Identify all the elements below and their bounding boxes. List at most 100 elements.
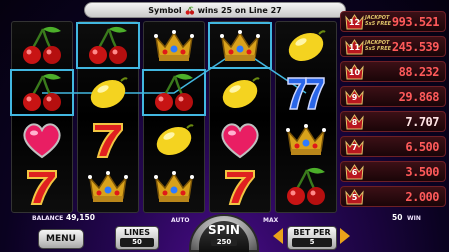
win-label: WIN <box>407 215 421 222</box>
jackpot-row: 8 7.707 <box>340 111 446 132</box>
reel-symbol-crown-icon <box>144 164 204 210</box>
seven-icon <box>93 123 123 158</box>
symbol-count-badge: 11 <box>344 38 365 56</box>
symbol-count: 12 <box>348 17 361 27</box>
lemon-icon <box>288 30 326 62</box>
bet-per-selector[interactable]: BET PER 5 <box>287 226 337 250</box>
balance-value: 49,150 <box>66 213 95 222</box>
reel-symbol-crown-icon <box>276 117 336 163</box>
reel-symbol-cherry-icon <box>276 164 336 210</box>
reel-symbol-heart-icon <box>210 117 270 163</box>
lemon-icon <box>156 124 194 156</box>
jackpot-row: 6 3.500 <box>340 161 446 182</box>
jackpot-row: 11 JACKPOT 5x5 FREE 245.539 <box>340 36 446 57</box>
symbol-count-badge: 6 <box>344 163 365 181</box>
symbol-count-badge: 7 <box>344 138 365 156</box>
reel-symbol-cherry-icon <box>78 23 138 69</box>
reel-symbol-cherry-icon <box>12 23 72 69</box>
reel-symbol-crown-icon <box>144 23 204 69</box>
lemon-icon <box>222 77 260 109</box>
menu-button[interactable]: MENU <box>38 229 84 249</box>
reel-symbol-lemon-icon <box>78 70 138 116</box>
heart-icon <box>23 123 61 159</box>
symbol-count-badge: 5 <box>344 188 365 206</box>
heart-icon <box>221 123 259 159</box>
seven-icon <box>27 170 57 205</box>
reel-symbol-seven-icon <box>12 164 72 210</box>
win-message-prefix: Symbol <box>148 5 182 15</box>
bet-decrease-arrow-icon[interactable] <box>273 228 283 244</box>
jackpot-ladder: 12 JACKPOT 5x5 FREE 993.521 11 JACKPOT 5x5 FRE… <box>340 11 446 213</box>
win-message-text: wins 25 on Line 27 <box>197 5 282 15</box>
cherry-icon <box>185 6 194 15</box>
lemon-icon <box>90 77 128 109</box>
jackpot-value: 7.707 <box>405 115 439 129</box>
lines-label: LINES <box>124 228 150 237</box>
reel-symbol-crown-icon <box>210 23 270 69</box>
auto-button[interactable]: AUTO <box>171 217 190 224</box>
reel-symbol-blue-seven-icon <box>276 70 336 116</box>
symbol-count-badge: 12 <box>344 13 365 31</box>
cherry-icon <box>155 73 193 111</box>
jackpot-value: 3.500 <box>405 165 439 179</box>
crown-icon <box>286 124 326 155</box>
seven-icon <box>225 170 255 205</box>
reel-area[interactable] <box>10 21 337 213</box>
symbol-count: 11 <box>348 42 361 52</box>
crown-icon <box>154 30 194 61</box>
blue-seven-icon <box>287 77 325 110</box>
balance-label: BALANCE <box>32 215 64 222</box>
reel-symbol-crown-icon <box>78 164 138 210</box>
reel-symbol-cherry-icon <box>144 70 204 116</box>
jackpot-value: 6.500 <box>405 140 439 154</box>
reel-symbol-lemon-icon <box>276 23 336 69</box>
win-message-bar: Symbol wins 25 on Line 27 <box>84 2 346 18</box>
jackpot-value: 29.868 <box>398 90 440 104</box>
bet-per-value: 5 <box>292 238 332 247</box>
jackpot-label: JACKPOT 5x5 FREE <box>365 15 392 27</box>
jackpot-value: 88.232 <box>398 65 440 79</box>
reel-symbol-heart-icon <box>12 117 72 163</box>
crown-icon <box>154 171 194 202</box>
symbol-count: 6 <box>351 167 358 177</box>
win-value: 50 <box>392 213 403 222</box>
cherry-icon <box>287 167 325 205</box>
crown-icon <box>220 30 260 61</box>
reel-symbol-lemon-icon <box>144 117 204 163</box>
jackpot-value: 245.539 <box>391 40 440 54</box>
symbol-count: 7 <box>351 142 358 152</box>
symbol-count: 5 <box>351 192 358 202</box>
cherry-icon <box>89 26 127 64</box>
symbol-count-badge: 10 <box>344 63 365 81</box>
jackpot-value: 993.521 <box>391 15 440 29</box>
lines-value: 50 <box>120 238 154 247</box>
jackpot-row: 5 2.000 <box>340 186 446 207</box>
symbol-count-badge: 8 <box>344 113 365 131</box>
symbol-count-badge: 9 <box>344 88 365 106</box>
lines-selector[interactable]: LINES 50 <box>115 226 159 250</box>
bet-per-label: BET PER <box>293 228 331 237</box>
jackpot-row: 12 JACKPOT 5x5 FREE 993.521 <box>340 11 446 32</box>
spin-bet-value: 250 <box>210 238 238 246</box>
spin-button-face: SPIN 250 <box>199 221 249 252</box>
spin-button[interactable]: SPIN 250 <box>189 214 259 252</box>
crown-icon <box>88 171 128 202</box>
reel-symbol-seven-icon <box>78 117 138 163</box>
bet-increase-arrow-icon[interactable] <box>340 228 350 244</box>
jackpot-row: 7 6.500 <box>340 136 446 157</box>
symbol-count: 9 <box>351 92 358 102</box>
max-button[interactable]: MAX <box>263 217 278 224</box>
reel-symbol-seven-icon <box>210 164 270 210</box>
symbol-count: 10 <box>348 67 361 77</box>
cherry-icon <box>23 73 61 111</box>
symbol-count: 8 <box>351 117 358 127</box>
slot-game-screen: Symbol wins 25 on Line 27 12 JACKPOT 5x5 F… <box>0 0 449 252</box>
jackpot-row: 10 88.232 <box>340 61 446 82</box>
reel-symbol-cherry-icon <box>12 70 72 116</box>
reel-symbol-lemon-icon <box>210 70 270 116</box>
spin-label: SPIN <box>208 223 240 237</box>
cherry-icon <box>23 26 61 64</box>
jackpot-row: 9 29.868 <box>340 86 446 107</box>
jackpot-value: 2.000 <box>405 190 439 204</box>
menu-button-label: MENU <box>46 234 76 244</box>
